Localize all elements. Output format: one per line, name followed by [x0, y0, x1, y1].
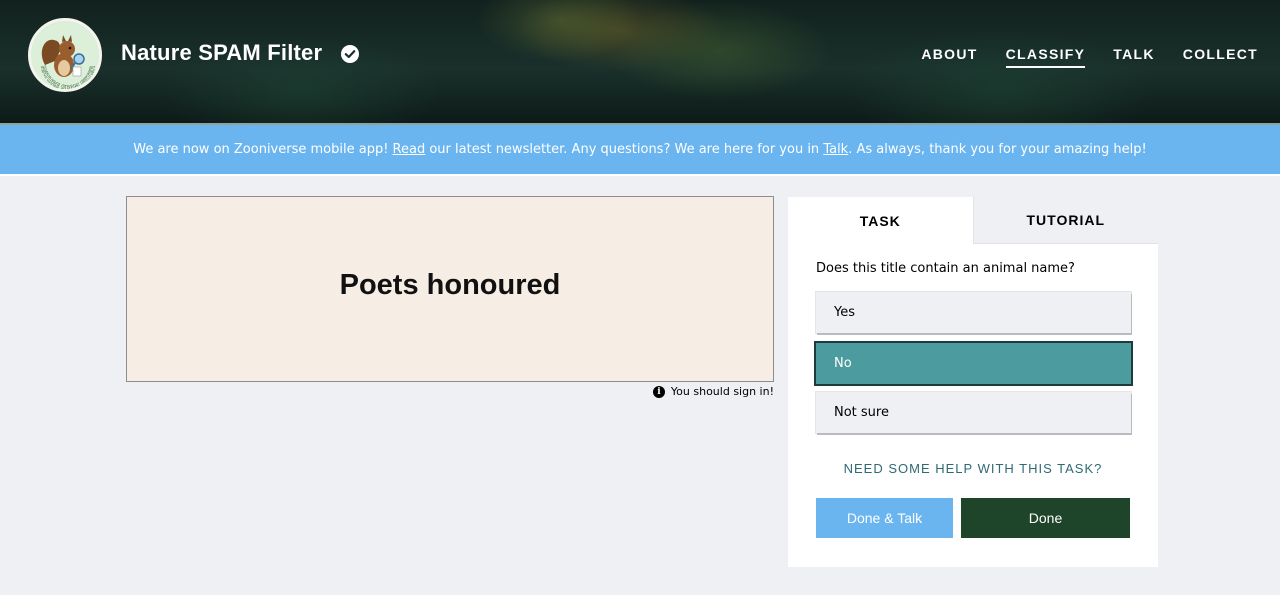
- answer-no[interactable]: No: [816, 343, 1131, 384]
- task-panel: TASK TUTORIAL Does this title contain an…: [788, 197, 1158, 567]
- done-button[interactable]: Done: [961, 498, 1130, 538]
- signin-notice-text: You should sign in!: [670, 385, 774, 398]
- nav-talk[interactable]: TALK: [1113, 46, 1155, 68]
- done-and-talk-button[interactable]: Done & Talk: [816, 498, 953, 538]
- subject-title-text: Poets honoured: [339, 268, 561, 301]
- signin-notice: i You should sign in!: [652, 385, 774, 398]
- banner-text-3: . As always, thank you for your amazing …: [848, 142, 1147, 157]
- task-question: Does this title contain an animal name?: [816, 261, 1075, 276]
- banner-text-1: We are now on Zooniverse mobile app!: [133, 142, 393, 157]
- project-logo[interactable]: NATURE SPAM FILTER: [28, 18, 102, 92]
- banner-text-2: our latest newsletter. Any questions? We…: [425, 142, 824, 157]
- subject-viewer[interactable]: Poets honoured: [126, 196, 774, 382]
- banner-link-talk[interactable]: Talk: [823, 142, 848, 157]
- answer-label: Yes: [834, 305, 855, 320]
- nav-about[interactable]: ABOUT: [921, 46, 977, 68]
- answer-yes[interactable]: Yes: [816, 292, 1131, 333]
- project-header: NATURE SPAM FILTER Nature SPAM Filter AB…: [0, 0, 1280, 125]
- banner-divider: [0, 174, 1280, 176]
- nav-collect[interactable]: COLLECT: [1183, 46, 1258, 68]
- squirrel-icon: NATURE SPAM FILTER: [31, 21, 99, 89]
- help-link[interactable]: NEED SOME HELP WITH THIS TASK?: [788, 461, 1158, 476]
- nav-classify[interactable]: CLASSIFY: [1005, 46, 1086, 68]
- project-nav: ABOUT CLASSIFY TALK COLLECT: [893, 46, 1258, 68]
- answer-label: Not sure: [834, 405, 889, 420]
- verified-check-icon: [341, 45, 359, 63]
- banner-link-read[interactable]: Read: [393, 142, 426, 157]
- answer-label: No: [834, 356, 852, 371]
- info-icon: i: [652, 385, 665, 398]
- tab-task[interactable]: TASK: [788, 197, 973, 244]
- project-title: Nature SPAM Filter: [121, 40, 323, 65]
- tab-tutorial[interactable]: TUTORIAL: [972, 197, 1158, 244]
- announcement-banner: We are now on Zooniverse mobile app! Rea…: [0, 125, 1280, 174]
- answer-not-sure[interactable]: Not sure: [816, 392, 1131, 433]
- task-tabs: TASK TUTORIAL: [788, 197, 1158, 244]
